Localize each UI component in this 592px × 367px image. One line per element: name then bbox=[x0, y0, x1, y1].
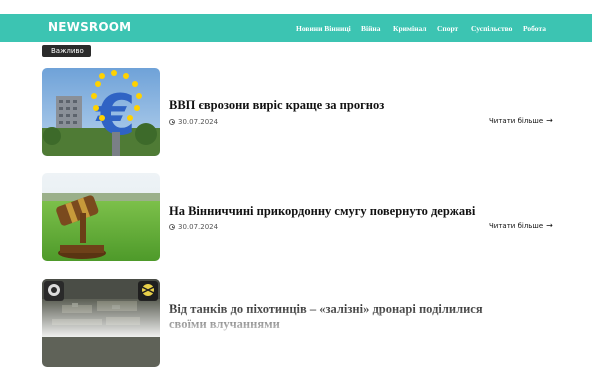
clock-icon bbox=[169, 119, 175, 125]
read-more-label: Читати більше bbox=[489, 222, 544, 230]
nav-item-crime[interactable]: Кримінал bbox=[393, 24, 426, 33]
article-title[interactable]: На Вінниччині прикордонну смугу повернут… bbox=[169, 204, 519, 219]
article-thumbnail-drone[interactable] bbox=[42, 279, 160, 367]
article-title[interactable]: Від танків до піхотинців – «залізні» дро… bbox=[169, 302, 519, 332]
read-more-label: Читати більше bbox=[489, 117, 544, 125]
article-title[interactable]: ВВП єврозони виріс краще за прогноз bbox=[169, 98, 519, 113]
top-navbar: NEWSROOM Новини Вінниці Війна Кримінал С… bbox=[0, 14, 592, 42]
euro-sculpture-image: € bbox=[42, 68, 160, 156]
nav-item-jobs[interactable]: Робота bbox=[523, 24, 546, 33]
article-thumbnail-euro[interactable]: € bbox=[42, 68, 160, 156]
gavel-field-image bbox=[42, 173, 160, 261]
article-thumbnail-gavel[interactable] bbox=[42, 173, 160, 261]
nav-item-society[interactable]: Суспільство bbox=[471, 24, 512, 33]
read-more-link[interactable]: Читати більше → bbox=[489, 221, 553, 231]
arrow-right-icon: → bbox=[546, 221, 553, 230]
article-date: 30.07.2024 bbox=[169, 118, 218, 126]
drone-footage-image bbox=[42, 279, 160, 367]
article-date-text: 30.07.2024 bbox=[178, 118, 219, 126]
nav-item-war[interactable]: Війна bbox=[361, 24, 380, 33]
article-date: 30.07.2024 bbox=[169, 223, 218, 231]
clock-icon bbox=[169, 224, 175, 230]
brand-logo[interactable]: NEWSROOM bbox=[48, 20, 131, 34]
article-date-text: 30.07.2024 bbox=[178, 223, 219, 231]
nav-item-vinnytsia-news[interactable]: Новини Вінниці bbox=[296, 24, 351, 33]
arrow-right-icon: → bbox=[546, 116, 553, 125]
important-badge: Важливо bbox=[42, 45, 91, 57]
nav-item-sport[interactable]: Спорт bbox=[437, 24, 458, 33]
read-more-link[interactable]: Читати більше → bbox=[489, 116, 553, 126]
